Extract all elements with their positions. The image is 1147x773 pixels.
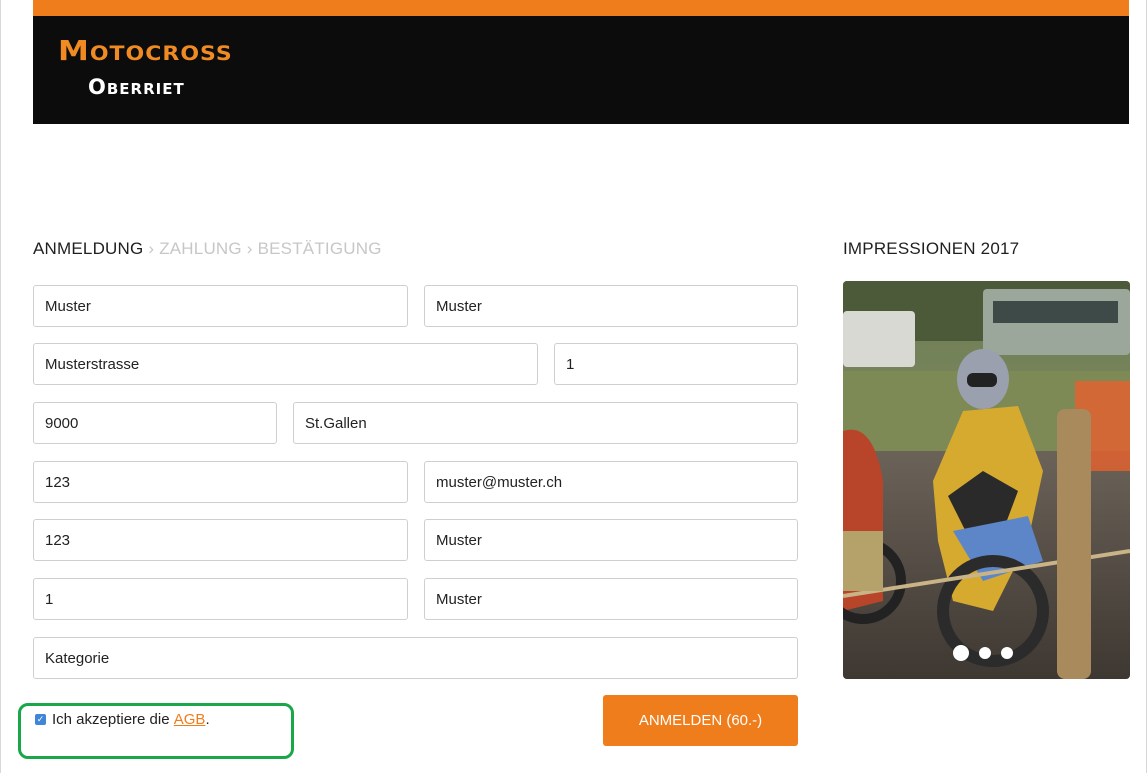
email-field[interactable] <box>424 461 798 503</box>
agb-label: Ich akzeptiere die <box>52 711 170 728</box>
agb-checkbox[interactable]: ✓ <box>35 714 46 725</box>
step-registration: ANMELDUNG <box>33 239 144 258</box>
motocross-photo-image <box>843 281 1130 679</box>
accent-top-bar <box>33 0 1129 16</box>
step-payment: ZAHLUNG <box>159 239 242 258</box>
impressions-title: IMPRESSIONEN 2017 <box>843 239 1020 258</box>
impressions-photo[interactable] <box>843 281 1130 679</box>
form-field-8[interactable] <box>424 519 798 561</box>
zip-field[interactable] <box>33 402 277 444</box>
register-button[interactable]: ANMELDEN (60.-) <box>603 695 798 746</box>
form-field-9[interactable] <box>33 578 408 620</box>
agb-consent[interactable]: ✓ Ich akzeptiere die AGB. <box>35 711 210 728</box>
checkout-steps: ANMELDUNG › ZAHLUNG › BESTÄTIGUNG <box>33 239 382 259</box>
step-separator: › <box>246 239 253 258</box>
carousel-dot-3[interactable] <box>1001 647 1013 659</box>
page-border-left <box>0 0 1 773</box>
phone-field[interactable] <box>33 461 408 503</box>
house-number-field[interactable] <box>554 343 798 385</box>
city-field[interactable] <box>293 402 798 444</box>
check-icon: ✓ <box>36 714 45 724</box>
carousel-indicators <box>953 645 1013 661</box>
agb-label-suffix: . <box>205 711 210 728</box>
logo-subtitle: Oberriet <box>88 75 185 99</box>
form-field-7[interactable] <box>33 519 408 561</box>
firstname-field[interactable] <box>424 285 798 327</box>
agb-link[interactable]: AGB <box>174 711 206 728</box>
lastname-field[interactable] <box>33 285 408 327</box>
step-confirmation: BESTÄTIGUNG <box>257 239 382 258</box>
carousel-dot-2[interactable] <box>979 647 991 659</box>
site-header: Motocross Oberriet <box>33 16 1129 124</box>
form-field-10[interactable] <box>424 578 798 620</box>
logo-title[interactable]: Motocross <box>58 35 233 67</box>
carousel-dot-1[interactable] <box>953 645 969 661</box>
step-separator: › <box>148 239 155 258</box>
street-field[interactable] <box>33 343 538 385</box>
category-field[interactable] <box>33 637 798 679</box>
